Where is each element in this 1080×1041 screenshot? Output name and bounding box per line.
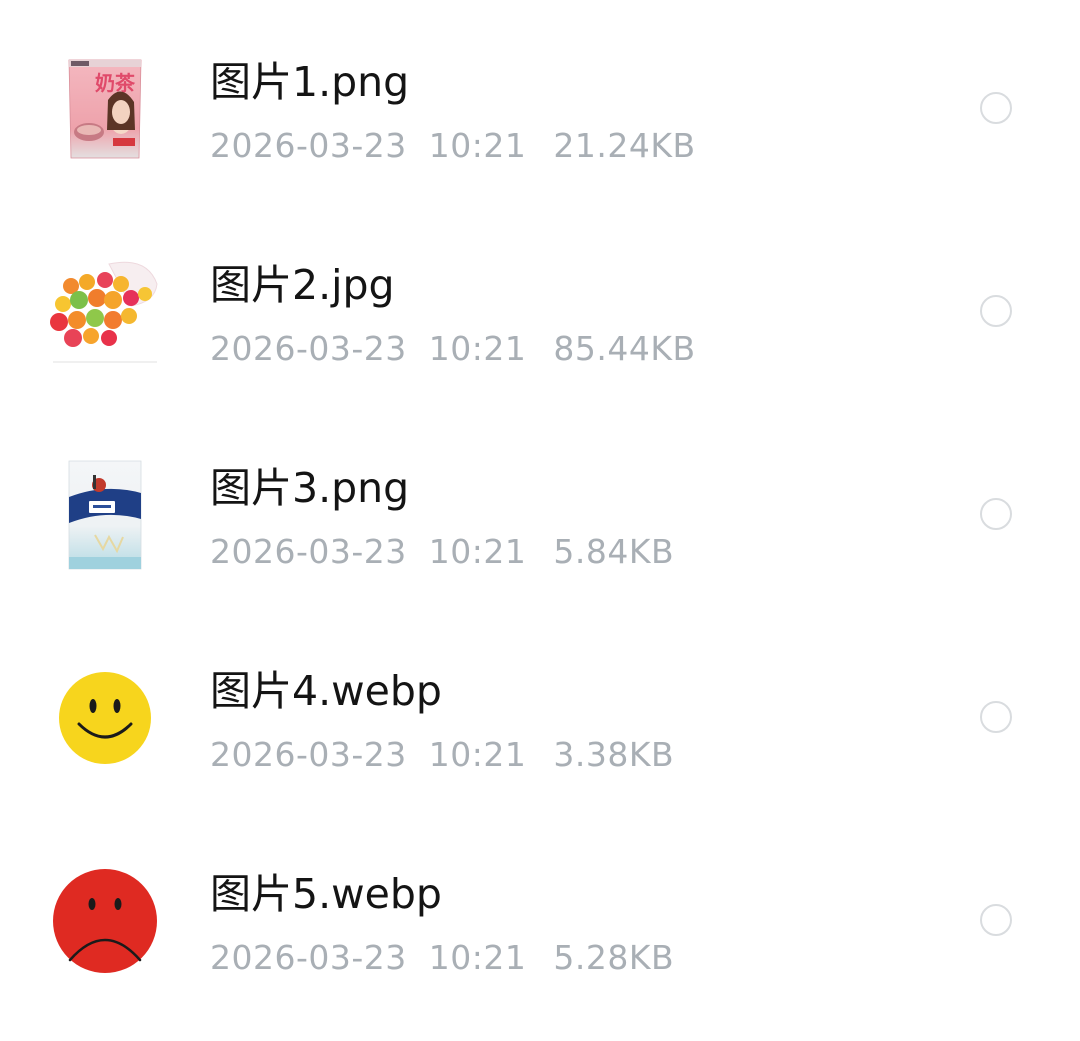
select-radio[interactable] (980, 904, 1012, 936)
file-meta: 2026-03-23 10:21 85.44KB (210, 329, 696, 369)
file-meta: 2026-03-23 10:21 21.24KB (210, 126, 696, 166)
red-sad-face-thumbnail (44, 860, 166, 982)
select-radio[interactable] (980, 498, 1012, 530)
file-date: 2026-03-23 (210, 735, 407, 774)
gummy-candies-thumbnail (44, 249, 166, 371)
file-name: 图片5.webp (210, 870, 442, 918)
file-time: 10:21 (428, 938, 527, 977)
milk-tea-package-image: 奶茶 (68, 59, 142, 159)
file-row[interactable]: 奶茶 图片1.png 2026-03-23 10:21 21.24KB (0, 6, 1080, 209)
svg-text:奶茶: 奶茶 (95, 71, 136, 95)
file-row[interactable]: 图片3.png 2026-03-23 10:21 5.84KB (0, 412, 1080, 615)
file-time: 10:21 (428, 532, 527, 571)
file-size: 85.44KB (553, 329, 696, 368)
powder-bag-image (68, 460, 142, 570)
file-name: 图片4.webp (210, 667, 442, 715)
file-size: 3.38KB (553, 735, 675, 774)
file-time: 10:21 (428, 735, 527, 774)
yellow-smiley-face-thumbnail (44, 657, 166, 779)
file-size: 5.84KB (553, 532, 675, 571)
file-date: 2026-03-23 (210, 126, 407, 165)
file-meta: 2026-03-23 10:21 3.38KB (210, 735, 674, 775)
file-name: 图片3.png (210, 464, 410, 512)
gummy-candies-image (47, 254, 163, 366)
select-radio[interactable] (980, 701, 1012, 733)
file-row[interactable]: 图片4.webp 2026-03-23 10:21 3.38KB (0, 615, 1080, 818)
file-name: 图片2.jpg (210, 261, 395, 309)
file-date: 2026-03-23 (210, 532, 407, 571)
file-date: 2026-03-23 (210, 938, 407, 977)
file-list: 奶茶 图片1.png 2026-03-23 10:21 21.24KB 图片2.… (0, 0, 1080, 1041)
select-radio[interactable] (980, 92, 1012, 124)
file-name: 图片1.png (210, 58, 410, 106)
file-size: 21.24KB (553, 126, 696, 165)
file-row[interactable]: 图片5.webp 2026-03-23 10:21 5.28KB (0, 818, 1080, 1021)
smiley-face-icon (59, 672, 151, 764)
file-meta: 2026-03-23 10:21 5.84KB (210, 532, 674, 572)
file-date: 2026-03-23 (210, 329, 407, 368)
file-row[interactable]: 图片2.jpg 2026-03-23 10:21 85.44KB (0, 209, 1080, 412)
file-time: 10:21 (428, 329, 527, 368)
file-size: 5.28KB (553, 938, 675, 977)
select-radio[interactable] (980, 295, 1012, 327)
file-meta: 2026-03-23 10:21 5.28KB (210, 938, 674, 978)
sad-face-icon (53, 869, 157, 973)
milk-tea-package-thumbnail: 奶茶 (44, 48, 166, 170)
file-time: 10:21 (428, 126, 527, 165)
powder-bag-thumbnail (44, 454, 166, 576)
